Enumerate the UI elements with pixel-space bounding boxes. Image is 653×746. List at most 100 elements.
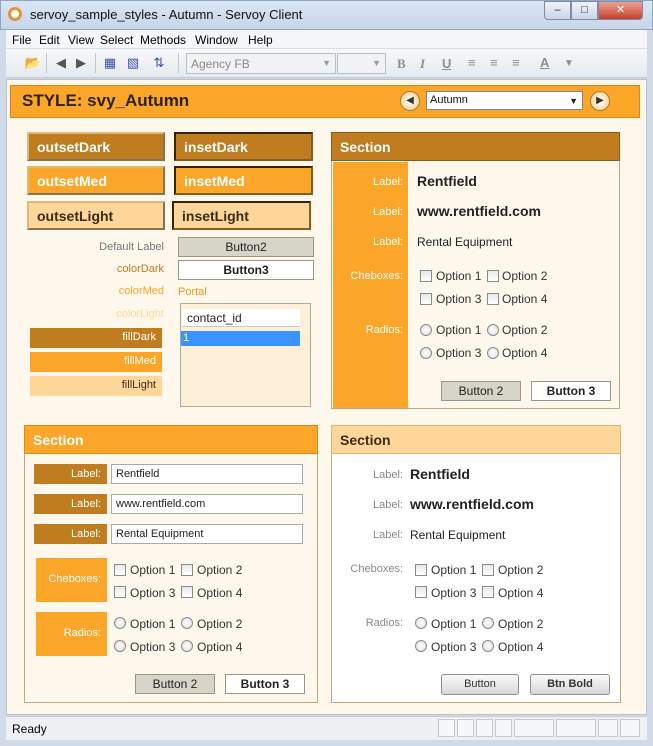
bold-button[interactable]: Btn Bold bbox=[530, 674, 610, 695]
field-label: Label: bbox=[373, 469, 403, 481]
font-combo[interactable]: Agency FB ▼ bbox=[186, 53, 336, 74]
option-1-checkbox[interactable] bbox=[420, 270, 432, 282]
bold-icon[interactable]: B bbox=[397, 56, 406, 72]
option-1-label: Option 1 bbox=[436, 269, 482, 283]
menu-view[interactable]: View bbox=[68, 33, 94, 47]
option-4-checkbox[interactable] bbox=[482, 586, 494, 598]
field-label: Label: bbox=[373, 236, 403, 248]
inset-dark-sample: insetDark bbox=[174, 132, 313, 161]
window-title: servoy_sample_styles - Autumn - Servoy C… bbox=[30, 7, 303, 22]
delete-grid-icon[interactable]: ▧ bbox=[124, 55, 142, 71]
option-4-label: Option 4 bbox=[498, 640, 544, 654]
button-3[interactable]: Button 3 bbox=[531, 381, 611, 401]
status-cell bbox=[620, 719, 640, 737]
section-header: Section bbox=[331, 132, 620, 161]
section-label-column bbox=[333, 162, 408, 408]
section-header: Section bbox=[331, 425, 621, 454]
status-text: Ready bbox=[12, 722, 47, 736]
button3[interactable]: Button3 bbox=[178, 260, 314, 280]
grid-icon[interactable]: ▦ bbox=[101, 55, 119, 71]
option-2-checkbox[interactable] bbox=[482, 564, 494, 576]
option-1-radio[interactable] bbox=[420, 324, 432, 336]
next-style-button[interactable]: ▶ bbox=[590, 91, 610, 111]
inset-med-sample: insetMed bbox=[174, 166, 313, 195]
option-4-radio[interactable] bbox=[181, 640, 193, 652]
option-4-radio[interactable] bbox=[487, 347, 499, 359]
close-button[interactable]: ✕ bbox=[598, 1, 643, 20]
website-field[interactable]: www.rentfield.com bbox=[111, 494, 303, 514]
plain-button[interactable]: Button bbox=[441, 674, 519, 695]
option-2-checkbox[interactable] bbox=[487, 270, 499, 282]
button-2[interactable]: Button 2 bbox=[135, 674, 215, 694]
business-field[interactable]: Rental Equipment bbox=[111, 524, 303, 544]
chevron-down-icon: ▼ bbox=[322, 58, 331, 68]
option-2-radio[interactable] bbox=[482, 617, 494, 629]
prev-style-button[interactable]: ◀ bbox=[400, 91, 420, 111]
menu-methods[interactable]: Methods bbox=[140, 33, 186, 47]
font-combo-value: Agency FB bbox=[191, 57, 250, 71]
color-light-label: colorLight bbox=[116, 308, 164, 320]
italic-icon[interactable]: I bbox=[420, 56, 425, 72]
option-2-label: Option 2 bbox=[502, 269, 548, 283]
option-4-checkbox[interactable] bbox=[181, 586, 193, 598]
menu-window[interactable]: Window bbox=[195, 33, 238, 47]
align-left-icon[interactable]: ≡ bbox=[468, 55, 476, 70]
align-right-icon[interactable]: ≡ bbox=[512, 55, 520, 70]
portal-column-header[interactable]: contact_id bbox=[182, 309, 300, 327]
font-size-combo[interactable]: ▼ bbox=[337, 53, 386, 74]
option-1-radio[interactable] bbox=[114, 617, 126, 629]
option-4-radio[interactable] bbox=[482, 640, 494, 652]
forward-arrow-icon[interactable]: ▶ bbox=[72, 55, 90, 71]
status-cell bbox=[438, 719, 455, 737]
radios-label: Radios: bbox=[36, 612, 107, 656]
company-value: Rentfield bbox=[417, 173, 477, 189]
style-select[interactable]: Autumn ▼ bbox=[426, 91, 583, 110]
maximize-button[interactable]: □ bbox=[571, 1, 598, 20]
open-folder-icon[interactable]: 📂 bbox=[24, 55, 42, 71]
outset-light-sample: outsetLight bbox=[27, 201, 165, 230]
option-3-label: Option 3 bbox=[431, 640, 477, 654]
underline-icon[interactable]: U bbox=[442, 56, 451, 71]
radios-label: Radios: bbox=[365, 617, 403, 629]
align-center-icon[interactable]: ≡ bbox=[490, 55, 498, 70]
option-3-checkbox[interactable] bbox=[420, 293, 432, 305]
font-color-icon[interactable]: A bbox=[540, 55, 549, 70]
option-1-radio[interactable] bbox=[415, 617, 427, 629]
menu-select[interactable]: Select bbox=[100, 33, 133, 47]
option-1-checkbox[interactable] bbox=[114, 564, 126, 576]
option-2-label: Option 2 bbox=[197, 563, 243, 577]
option-2-radio[interactable] bbox=[181, 617, 193, 629]
option-3-checkbox[interactable] bbox=[415, 586, 427, 598]
option-3-checkbox[interactable] bbox=[114, 586, 126, 598]
option-3-radio[interactable] bbox=[415, 640, 427, 652]
option-3-radio[interactable] bbox=[420, 347, 432, 359]
company-field[interactable]: Rentfield bbox=[111, 464, 303, 484]
menu-help[interactable]: Help bbox=[248, 33, 273, 47]
chevron-down-icon[interactable]: ▼ bbox=[564, 58, 574, 69]
option-1-label: Option 1 bbox=[130, 617, 176, 631]
portal-row[interactable]: 1 bbox=[181, 331, 300, 346]
color-med-label: colorMed bbox=[118, 285, 164, 297]
menu-file[interactable]: File bbox=[12, 33, 31, 47]
sort-icon[interactable]: ⇅ bbox=[150, 55, 168, 71]
option-2-label: Option 2 bbox=[498, 617, 544, 631]
option-4-checkbox[interactable] bbox=[487, 293, 499, 305]
button-2[interactable]: Button 2 bbox=[441, 381, 521, 401]
default-label: Default Label bbox=[99, 241, 164, 253]
fill-light-sample: fillLight bbox=[30, 376, 162, 396]
menu-edit[interactable]: Edit bbox=[39, 33, 60, 47]
section-header: Section bbox=[24, 425, 318, 454]
button-3[interactable]: Button 3 bbox=[225, 674, 305, 694]
option-2-checkbox[interactable] bbox=[181, 564, 193, 576]
button2[interactable]: Button2 bbox=[178, 237, 314, 257]
option-3-radio[interactable] bbox=[114, 640, 126, 652]
option-1-checkbox[interactable] bbox=[415, 564, 427, 576]
status-cell bbox=[514, 719, 554, 737]
website-value: www.rentfield.com bbox=[410, 496, 534, 512]
inset-light-sample: insetLight bbox=[172, 201, 311, 230]
back-arrow-icon[interactable]: ◀ bbox=[52, 55, 70, 71]
option-2-radio[interactable] bbox=[487, 324, 499, 336]
business-value: Rental Equipment bbox=[417, 235, 513, 249]
minimize-button[interactable]: – bbox=[544, 1, 571, 20]
checkboxes-label: Cheboxes: bbox=[350, 270, 403, 282]
